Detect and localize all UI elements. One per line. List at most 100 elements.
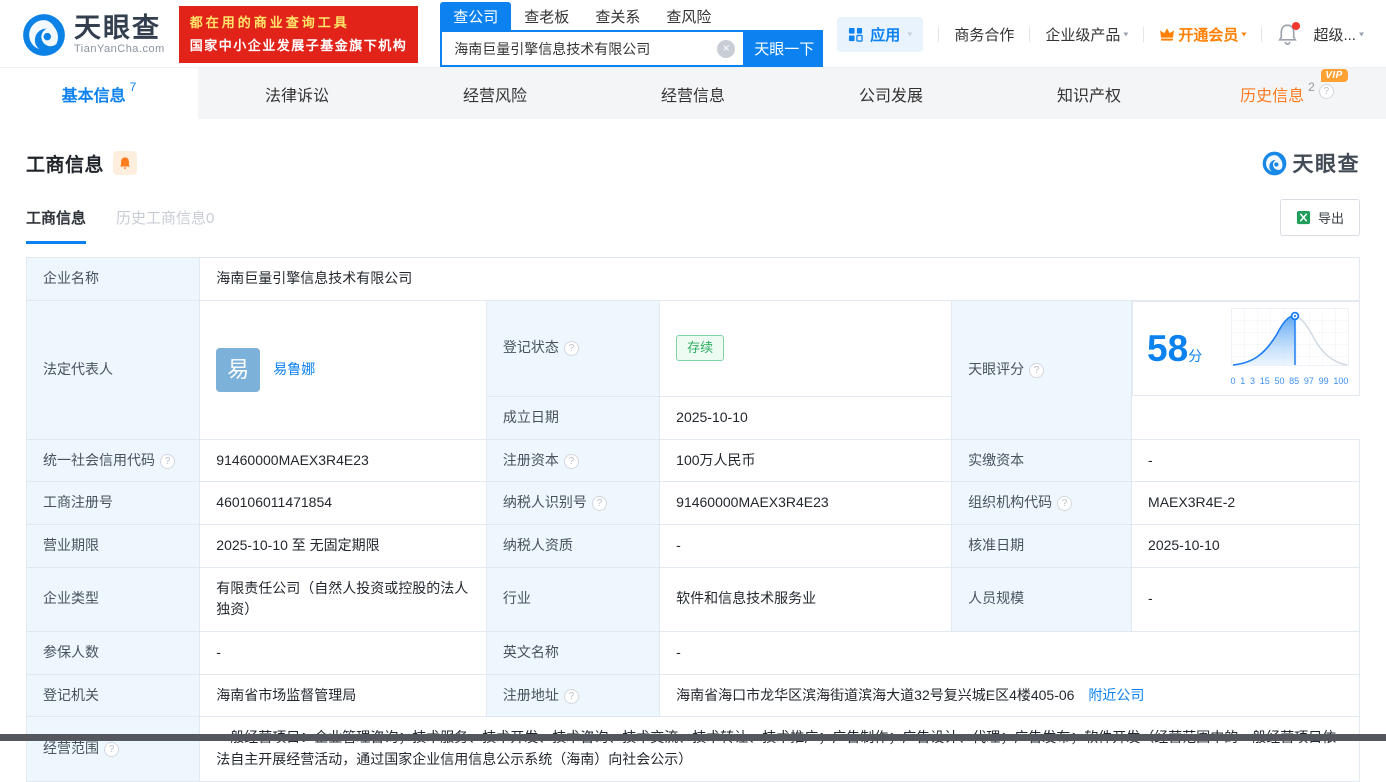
legal-rep-cell: 易 易鲁娜 — [199, 299, 487, 440]
address-label: 注册地址? — [485, 673, 661, 718]
score-label: 天眼评分? — [951, 299, 1133, 440]
subtab-row: 工商信息 历史工商信息0 导出 — [26, 199, 1360, 244]
tab-label: 经营风险 — [462, 87, 527, 105]
taxpayer-id-label: 纳税人识别号? — [485, 481, 661, 525]
help-icon[interactable]: ? — [1318, 83, 1334, 99]
reg-authority-label: 登记机关 — [25, 673, 201, 718]
nearby-companies-link[interactable]: 附近公司 — [1088, 687, 1144, 703]
taxpayer-quality-label: 纳税人资质 — [485, 523, 661, 568]
reg-number-value: 460106011471854 — [199, 481, 487, 525]
logo-text: 天眼查 TianYanCha.com — [74, 14, 165, 55]
tab-operation-risk[interactable]: 经营风险 — [396, 68, 594, 119]
reg-number-label: 工商注册号 — [25, 481, 201, 525]
search-tab-risk[interactable]: 查风险 — [653, 2, 724, 30]
swirl-logo-icon — [1262, 151, 1286, 175]
user-account-menu[interactable]: 超级... ▾ — [1313, 24, 1364, 45]
score-cell[interactable]: 58分 0 1 3 15 50 85 97 99 100 — [1132, 300, 1360, 397]
clear-search-icon[interactable]: × — [717, 39, 736, 58]
nav-enterprise-products[interactable]: 企业级产品 ▾ — [1045, 24, 1128, 45]
tab-count: 2 — [1308, 79, 1315, 94]
tianyancha-logo[interactable]: 天眼查 TianYanCha.com — [22, 13, 165, 57]
approval-date-value: 2025-10-10 — [1131, 523, 1360, 568]
help-icon[interactable]: ? — [563, 341, 579, 357]
establish-date-label: 成立日期 — [485, 395, 661, 440]
search-bar: × 天眼一下 — [440, 30, 824, 67]
address-value: 海南省海口市龙华区滨海街道滨海大道32号复兴城E区4楼405-06 附近公司 — [659, 673, 1360, 718]
slogan-line1: 都在用的商业查询工具 — [189, 15, 350, 31]
notification-bell-icon[interactable] — [1277, 22, 1301, 46]
label-text: 注册地址 — [502, 686, 559, 703]
industry-value: 软件和信息技术服务业 — [659, 566, 953, 632]
enterprise-label: 企业级产品 — [1045, 27, 1121, 44]
brand-domain: TianYanCha.com — [74, 42, 165, 55]
legal-rep-link[interactable]: 易鲁娜 — [273, 359, 315, 381]
tab-intellectual-property[interactable]: 知识产权 — [990, 68, 1188, 119]
help-icon[interactable]: ? — [160, 453, 175, 469]
search-button[interactable]: 天眼一下 — [745, 30, 824, 67]
tab-label: 知识产权 — [1056, 87, 1121, 105]
apps-menu[interactable]: 应用 ▾ — [837, 17, 924, 52]
table-row: 企业类型 有限责任公司（自然人投资或控股的法人独资） 行业 软件和信息技术服务业… — [25, 566, 1360, 632]
tab-operation-info[interactable]: 经营信息 — [594, 68, 792, 119]
export-label: 导出 — [1317, 211, 1344, 226]
tab-label: 公司发展 — [858, 87, 923, 105]
main-content: 工商信息 天眼查 工商信息 历史工商信息0 导出 企业名称 海南巨量引擎信息技术… — [0, 148, 1386, 782]
apps-label: 应用 — [870, 27, 901, 44]
export-button[interactable]: 导出 — [1279, 199, 1360, 236]
notification-dot — [1292, 22, 1301, 30]
approval-date-label: 核准日期 — [951, 523, 1133, 568]
help-icon[interactable]: ? — [1029, 362, 1045, 378]
business-scope-label: 经营范围? — [25, 716, 201, 782]
help-icon[interactable]: ? — [1057, 496, 1073, 512]
staff-size-value: - — [1131, 566, 1360, 632]
company-tabbar: 基本信息 7 法律诉讼 经营风险 经营信息 公司发展 知识产权 历史信息 2 ?… — [0, 67, 1386, 119]
search-module: 查公司 查老板 查关系 查风险 × 天眼一下 — [440, 2, 824, 67]
paid-capital-value: - — [1131, 438, 1360, 483]
company-type-value: 有限责任公司（自然人投资或控股的法人独资） — [199, 566, 487, 632]
reg-capital-label: 注册资本? — [485, 438, 661, 483]
table-row: 法定代表人 易 易鲁娜 登记状态? 存续 天眼评分? 58分 0 1 3 15 … — [25, 299, 1360, 440]
help-icon[interactable]: ? — [591, 496, 607, 512]
company-type-label: 企业类型 — [25, 566, 201, 632]
nav-business-coop[interactable]: 商务合作 — [954, 24, 1014, 45]
tab-label: 经营信息 — [660, 87, 725, 105]
open-vip-button[interactable]: 开通会员 ▾ — [1159, 24, 1246, 45]
table-row: 参保人数 - 英文名称 - — [25, 630, 1360, 675]
table-row: 经营范围? 一般经营项目：企业管理咨询；技术服务、技术开发、技术咨询、技术交流、… — [25, 716, 1360, 782]
search-tab-relation[interactable]: 查关系 — [582, 2, 653, 30]
tab-basic-info[interactable]: 基本信息 7 — [0, 68, 198, 119]
subscribe-bell-button[interactable] — [113, 151, 138, 175]
business-term-label: 营业期限 — [25, 523, 201, 568]
credit-code-label: 统一社会信用代码? — [25, 438, 201, 483]
chevron-down-icon: ▾ — [1123, 30, 1129, 39]
paid-capital-label: 实缴资本 — [951, 438, 1133, 483]
tab-company-development[interactable]: 公司发展 — [792, 68, 990, 119]
tab-label: 法律诉讼 — [264, 87, 329, 105]
label-text: 组织机构代码 — [968, 494, 1053, 511]
label-text: 注册资本 — [502, 451, 559, 468]
business-info-table: 企业名称 海南巨量引擎信息技术有限公司 法定代表人 易 易鲁娜 登记状态? 存续 — [25, 257, 1360, 782]
avatar[interactable]: 易 — [216, 347, 261, 392]
score-axis-labels: 0 1 3 15 50 85 97 99 100 — [1230, 376, 1349, 387]
english-name-label: 英文名称 — [485, 630, 661, 675]
taxpayer-id-value: 91460000MAEX3R4E23 — [659, 481, 953, 525]
label-text: 统一社会信用代码 — [43, 451, 155, 468]
credit-code-value: 91460000MAEX3R4E23 — [199, 438, 487, 483]
table-row: 登记机关 海南省市场监督管理局 注册地址? 海南省海口市龙华区滨海街道滨海大道3… — [25, 673, 1360, 718]
english-name-value: - — [659, 630, 1360, 675]
search-tab-boss[interactable]: 查老板 — [511, 2, 582, 30]
tab-history-info[interactable]: 历史信息 2 ? VIP — [1188, 68, 1386, 119]
label-text: 天眼评分 — [968, 360, 1025, 377]
help-icon[interactable]: ? — [563, 688, 579, 704]
header-nav: 应用 ▾ 商务合作 企业级产品 ▾ 开通会员 ▾ 超级... ▾ — [837, 17, 1364, 52]
subtab-business-info[interactable]: 工商信息 — [26, 207, 87, 244]
search-input[interactable] — [454, 40, 718, 57]
staff-size-label: 人员规模 — [951, 566, 1133, 632]
subtab-history-business-info[interactable]: 历史工商信息0 — [116, 207, 214, 244]
label-text: 纳税人识别号 — [502, 494, 587, 511]
search-tab-company[interactable]: 查公司 — [440, 2, 512, 30]
tab-legal-litigation[interactable]: 法律诉讼 — [198, 68, 396, 119]
help-icon[interactable]: ? — [563, 453, 579, 469]
help-icon[interactable]: ? — [104, 742, 119, 758]
slogan-banner: 都在用的商业查询工具 国家中小企业发展子基金旗下机构 — [178, 6, 419, 63]
